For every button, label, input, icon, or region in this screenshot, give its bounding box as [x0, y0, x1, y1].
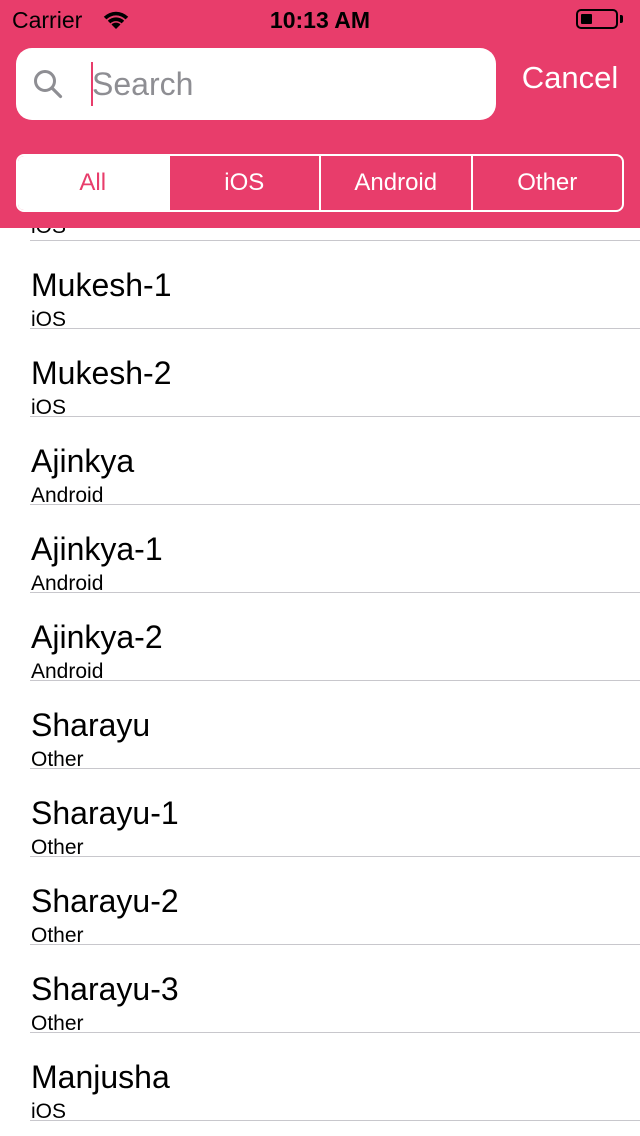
text-cursor	[91, 62, 93, 106]
status-time: 10:13 AM	[269, 7, 371, 33]
row-title: Ajinkya-1	[31, 531, 163, 567]
row-subtitle: iOS	[31, 228, 66, 240]
list-item[interactable]: Sharayu-1 Other	[0, 769, 640, 859]
battery-tip	[620, 15, 623, 23]
list-item[interactable]: Ajinkya-2 Android	[0, 593, 640, 683]
search-bar[interactable]	[16, 48, 496, 120]
scope-tab-android[interactable]: Android	[319, 156, 471, 210]
row-title: Mukesh-2	[31, 355, 172, 391]
scope-tab-ios[interactable]: iOS	[167, 156, 320, 210]
scope-tab-other[interactable]: Other	[470, 156, 623, 210]
row-title: Manjusha	[31, 1059, 170, 1095]
list-item[interactable]: Mukesh-2 iOS	[0, 329, 640, 419]
row-title: Ajinkya	[31, 443, 135, 479]
list-item[interactable]: Manjusha iOS	[0, 1033, 640, 1123]
search-header: Carrier 10:13 AM Cancel AlliOSAndroidOth…	[0, 0, 640, 228]
list-item-partial[interactable]: iOS	[0, 228, 640, 241]
list-item[interactable]: Ajinkya-1 Android	[0, 505, 640, 595]
row-title: Sharayu	[31, 707, 151, 743]
list-item[interactable]: Sharayu-3 Other	[0, 945, 640, 1035]
results-list: iOS Mukesh-1iOSMukesh-2iOSAjinkyaAndroid…	[0, 228, 640, 1136]
row-subtitle: iOS	[31, 1100, 67, 1123]
row-title: Sharayu-1	[31, 795, 179, 831]
list-item[interactable]: Mukesh-1 iOS	[0, 241, 640, 331]
row-title: Ajinkya-2	[31, 619, 163, 655]
list-item[interactable]: Ajinkya Android	[0, 417, 640, 507]
status-bar: Carrier 10:13 AM	[0, 0, 640, 40]
scope-segmented-control: All iOS Android Other	[16, 154, 624, 212]
row-title: Sharayu-2	[31, 883, 179, 919]
list-item[interactable]: Sharayu-2 Other	[0, 857, 640, 947]
search-icon	[34, 70, 63, 99]
row-title: Mukesh-1	[31, 267, 172, 303]
search-input[interactable]	[92, 62, 482, 106]
cancel-button[interactable]: Cancel	[510, 60, 630, 96]
battery-level	[581, 14, 592, 24]
battery-icon	[576, 9, 618, 29]
row-title: Sharayu-3	[31, 971, 179, 1007]
scope-tab-all[interactable]: All	[18, 156, 168, 210]
list-item[interactable]: Sharayu Other	[0, 681, 640, 771]
